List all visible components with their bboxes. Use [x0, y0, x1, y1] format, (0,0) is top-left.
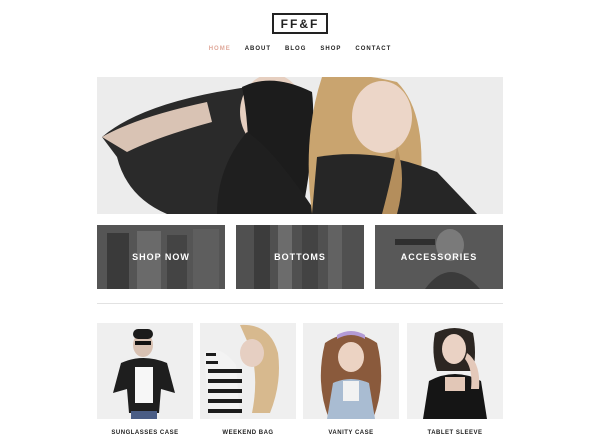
product-image[interactable]	[407, 323, 503, 419]
nav-item-home[interactable]: HOME	[209, 46, 231, 52]
category-label: BOTTOMS	[274, 252, 326, 262]
category-tile-shop-now[interactable]: SHOP NOW	[97, 225, 225, 289]
sunglasses-case-photo	[97, 323, 193, 419]
category-tile-bottoms[interactable]: BOTTOMS	[236, 225, 364, 289]
category-label: SHOP NOW	[132, 252, 190, 262]
product-name[interactable]: WEEKEND BAG	[200, 430, 296, 436]
product-image[interactable]	[303, 323, 399, 419]
main-nav: HOME ABOUT BLOG SHOP CONTACT	[0, 46, 600, 52]
weekend-bag-photo	[200, 323, 296, 419]
product-name[interactable]: TABLET SLEEVE	[407, 430, 503, 436]
product-name[interactable]: VANITY CASE	[303, 430, 399, 436]
category-tile-accessories[interactable]: ACCESSORIES	[375, 225, 503, 289]
nav-item-shop[interactable]: SHOP	[320, 46, 341, 52]
product-image[interactable]	[200, 323, 296, 419]
hero-photo	[97, 77, 503, 214]
product-card-tablet-sleeve[interactable]: TABLET SLEEVE	[407, 323, 503, 436]
product-card-weekend-bag[interactable]: WEEKEND BAG	[200, 323, 296, 436]
product-card-vanity-case[interactable]: VANITY CASE	[303, 323, 399, 436]
nav-item-blog[interactable]: BLOG	[285, 46, 306, 52]
hero-banner-image[interactable]	[97, 77, 503, 214]
nav-item-contact[interactable]: CONTACT	[355, 46, 391, 52]
nav-item-about[interactable]: ABOUT	[245, 46, 271, 52]
product-name[interactable]: SUNGLASSES CASE	[97, 430, 193, 436]
category-label: ACCESSORIES	[400, 252, 478, 262]
site-logo[interactable]: FF&F	[272, 13, 328, 34]
section-divider	[97, 303, 503, 304]
tablet-sleeve-photo	[407, 323, 503, 419]
product-card-sunglasses-case[interactable]: SUNGLASSES CASE	[97, 323, 193, 436]
vanity-case-photo	[303, 323, 399, 419]
product-image[interactable]	[97, 323, 193, 419]
